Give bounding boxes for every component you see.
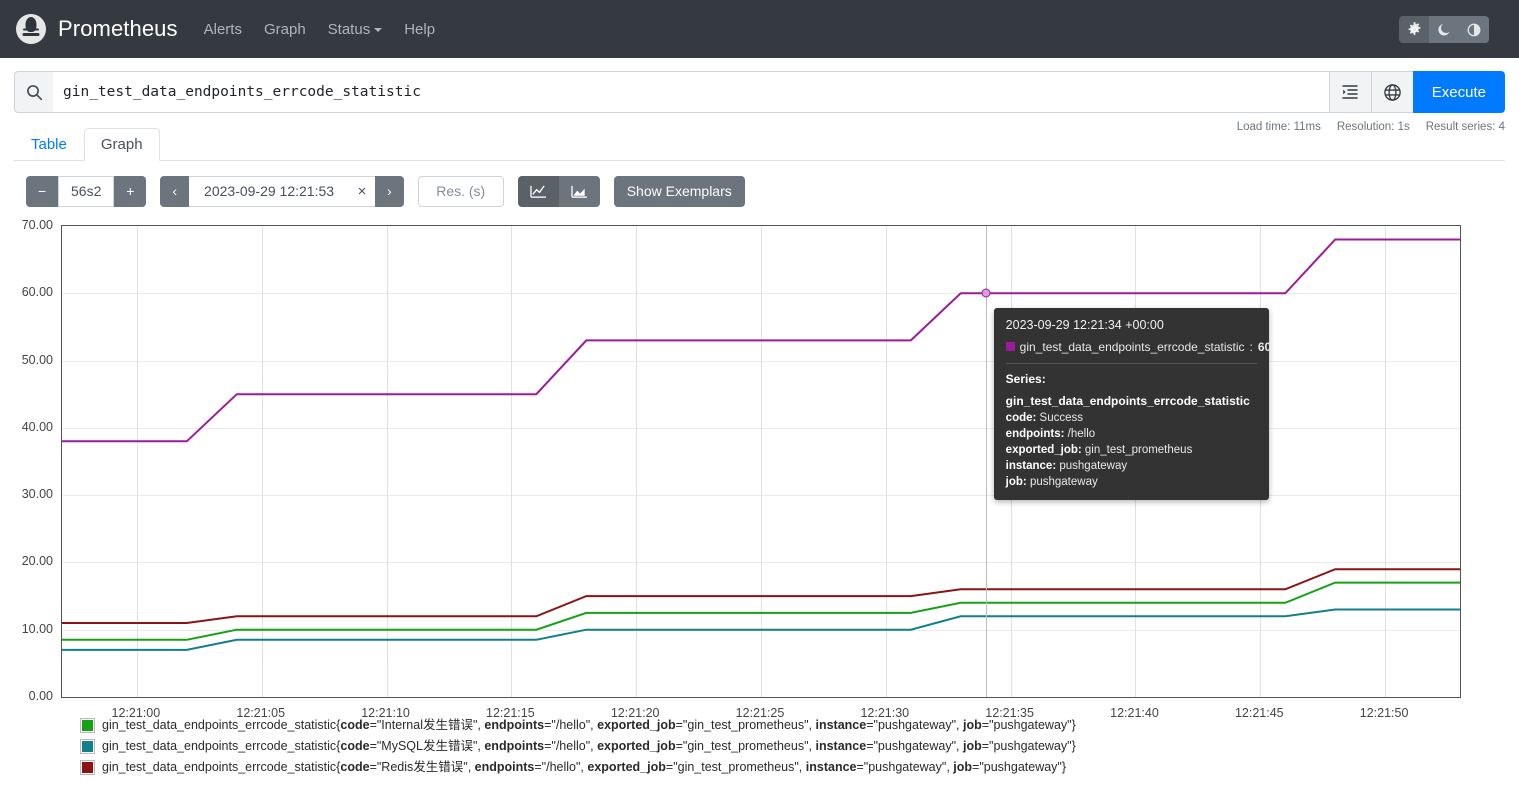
x-axis-tick-label: 12:21:35 xyxy=(985,706,1034,720)
load-time-text: Load time: 11ms xyxy=(1236,121,1321,133)
tooltip-label-key: exported_job: xyxy=(1005,443,1082,456)
tooltip-label-key: job: xyxy=(1005,475,1027,488)
tooltip-value-row: gin_test_data_endpoints_errcode_statisti… xyxy=(1005,339,1271,356)
x-axis-tick-label: 12:21:45 xyxy=(1234,706,1284,720)
format-expression-icon[interactable] xyxy=(1328,71,1371,113)
chart-type-toggle xyxy=(517,175,600,207)
range-decrease-button[interactable]: − xyxy=(26,175,59,207)
tooltip-label-value: Success xyxy=(1036,412,1084,425)
y-axis-tick-label: 20.00 xyxy=(21,554,53,569)
legend-item[interactable]: gin_test_data_endpoints_errcode_statisti… xyxy=(80,757,1519,778)
y-axis-tick-label: 10.00 xyxy=(21,621,53,636)
query-stats: Load time: 11ms Resolution: 1s Result se… xyxy=(1237,121,1505,133)
tooltip-label-list: code: Success endpoints: /hello exported_j… xyxy=(1006,411,1257,490)
x-axis-tick-label: 12:21:40 xyxy=(1110,706,1159,720)
moon-icon[interactable] xyxy=(1429,16,1459,43)
result-series-text: Result series: 4 xyxy=(1425,121,1505,133)
tooltip-colon: : xyxy=(1249,339,1253,354)
legend-series-label: gin_test_data_endpoints_errcode_statisti… xyxy=(102,739,1076,753)
half-circle-icon[interactable] xyxy=(1459,16,1489,43)
tooltip-metric-name: gin_test_data_endpoints_errcode_statisti… xyxy=(1019,339,1245,354)
tooltip-label-value: pushgateway xyxy=(1026,475,1098,488)
resolution-input[interactable] xyxy=(417,175,504,207)
execute-button[interactable]: Execute xyxy=(1412,71,1505,113)
range-increase-button[interactable]: + xyxy=(114,175,147,207)
graph-controls-toolbar: − + ‹ × › Show Exemplars xyxy=(26,175,1505,207)
chart-legend: gin_test_data_endpoints_errcode_statisti… xyxy=(0,715,1519,778)
tooltip-label-key: code: xyxy=(1005,412,1037,425)
y-axis-tick-label: 70.00 xyxy=(21,218,53,232)
legend-color-swatch xyxy=(80,760,95,775)
nav-status-label: Status xyxy=(327,20,371,38)
line-chart-icon[interactable] xyxy=(517,175,559,207)
chevron-down-icon xyxy=(374,27,383,32)
x-axis-tick-label: 12:21:10 xyxy=(361,706,410,720)
series-tooltip: 2023-09-29 12:21:34 +00:00 gin_test_data… xyxy=(993,308,1271,501)
nav-link-alerts[interactable]: Alerts xyxy=(204,21,242,38)
legend-item[interactable]: gin_test_data_endpoints_errcode_statisti… xyxy=(80,736,1519,757)
series-line xyxy=(62,568,1460,624)
result-tabs: Table Graph Load time: 11ms Resolution: … xyxy=(14,121,1505,161)
stacked-area-chart-icon[interactable] xyxy=(558,175,600,207)
show-exemplars-button[interactable]: Show Exemplars xyxy=(613,175,745,207)
tooltip-label-row: instance: pushgateway xyxy=(1006,459,1257,475)
tooltip-series-header: Series: xyxy=(1005,372,1046,387)
tooltip-label-row: endpoints: /hello xyxy=(1006,427,1257,443)
tooltip-label-row: job: pushgateway xyxy=(1006,475,1257,491)
series-line xyxy=(62,581,1460,641)
expression-input[interactable] xyxy=(53,71,1329,113)
search-icon xyxy=(14,71,53,113)
tooltip-divider xyxy=(1005,363,1257,365)
tooltip-series-metric: gin_test_data_endpoints_errcode_statisti… xyxy=(1005,393,1250,408)
hover-point-marker xyxy=(981,288,991,298)
resolution-text: Resolution: 1s xyxy=(1336,121,1410,133)
legend-series-label: gin_test_data_endpoints_errcode_statisti… xyxy=(102,760,1067,774)
y-axis-tick-label: 30.00 xyxy=(21,487,53,502)
x-axis-tick-label: 12:21:30 xyxy=(860,706,910,720)
y-axis-tick-label: 40.00 xyxy=(21,419,53,434)
tooltip-label-value: pushgateway xyxy=(1056,459,1128,472)
time-picker: ‹ × › xyxy=(160,175,404,207)
range-input[interactable] xyxy=(58,175,115,207)
range-stepper: − + xyxy=(26,175,147,207)
tooltip-label-row: exported_job: gin_test_prometheus xyxy=(1006,443,1257,459)
nav-link-graph[interactable]: Graph xyxy=(264,21,306,38)
tooltip-value: 60 xyxy=(1257,339,1272,354)
x-axis-tick-label: 12:21:15 xyxy=(486,706,535,720)
tooltip-label-value: /hello xyxy=(1064,428,1096,441)
brand-title: Prometheus xyxy=(58,16,178,41)
nav-link-help[interactable]: Help xyxy=(404,21,435,38)
x-axis-tick-label: 12:21:20 xyxy=(610,706,660,720)
time-previous-button[interactable]: ‹ xyxy=(160,175,190,207)
tooltip-label-value: gin_test_prometheus xyxy=(1081,443,1193,456)
theme-toggle-group xyxy=(1399,16,1489,43)
clear-time-icon[interactable]: × xyxy=(349,175,376,207)
tooltip-timestamp: 2023-09-29 12:21:34 +00:00 xyxy=(1005,318,1164,333)
tooltip-color-swatch xyxy=(1005,342,1015,352)
end-time-input[interactable] xyxy=(189,175,350,207)
tab-graph[interactable]: Graph xyxy=(83,128,160,161)
tab-table[interactable]: Table xyxy=(14,128,84,161)
y-axis-tick-label: 60.00 xyxy=(21,285,53,300)
tooltip-label-key: endpoints: xyxy=(1005,428,1065,441)
legend-color-swatch xyxy=(80,739,95,754)
x-axis-tick-label: 12:21:25 xyxy=(735,706,785,720)
y-axis-tick-label: 50.00 xyxy=(21,352,53,367)
legend-color-swatch xyxy=(80,718,95,733)
graph-area: 0.00 10.00 20.00 30.00 40.00 50.00 60.00 70.00 … xyxy=(0,217,1519,720)
tooltip-label-row: code: Success xyxy=(1006,411,1257,427)
x-axis-tick-label: 12:21:50 xyxy=(1359,706,1409,720)
top-navbar: Prometheus Alerts Graph Status Help xyxy=(0,0,1519,58)
time-next-button[interactable]: › xyxy=(375,175,404,207)
x-axis-tick-label: 12:21:00 xyxy=(111,706,161,720)
globe-icon[interactable] xyxy=(1370,71,1413,113)
prometheus-logo-icon xyxy=(16,14,46,44)
legend-item[interactable]: gin_test_data_endpoints_errcode_statisti… xyxy=(80,715,1519,736)
y-axis-tick-label: 0.00 xyxy=(28,689,53,703)
gear-icon[interactable] xyxy=(1399,16,1429,43)
nav-link-status[interactable]: Status xyxy=(328,21,383,38)
x-axis-tick-label: 12:21:05 xyxy=(236,706,286,720)
tooltip-label-key: instance: xyxy=(1005,459,1057,472)
expression-bar: Execute xyxy=(14,71,1505,113)
